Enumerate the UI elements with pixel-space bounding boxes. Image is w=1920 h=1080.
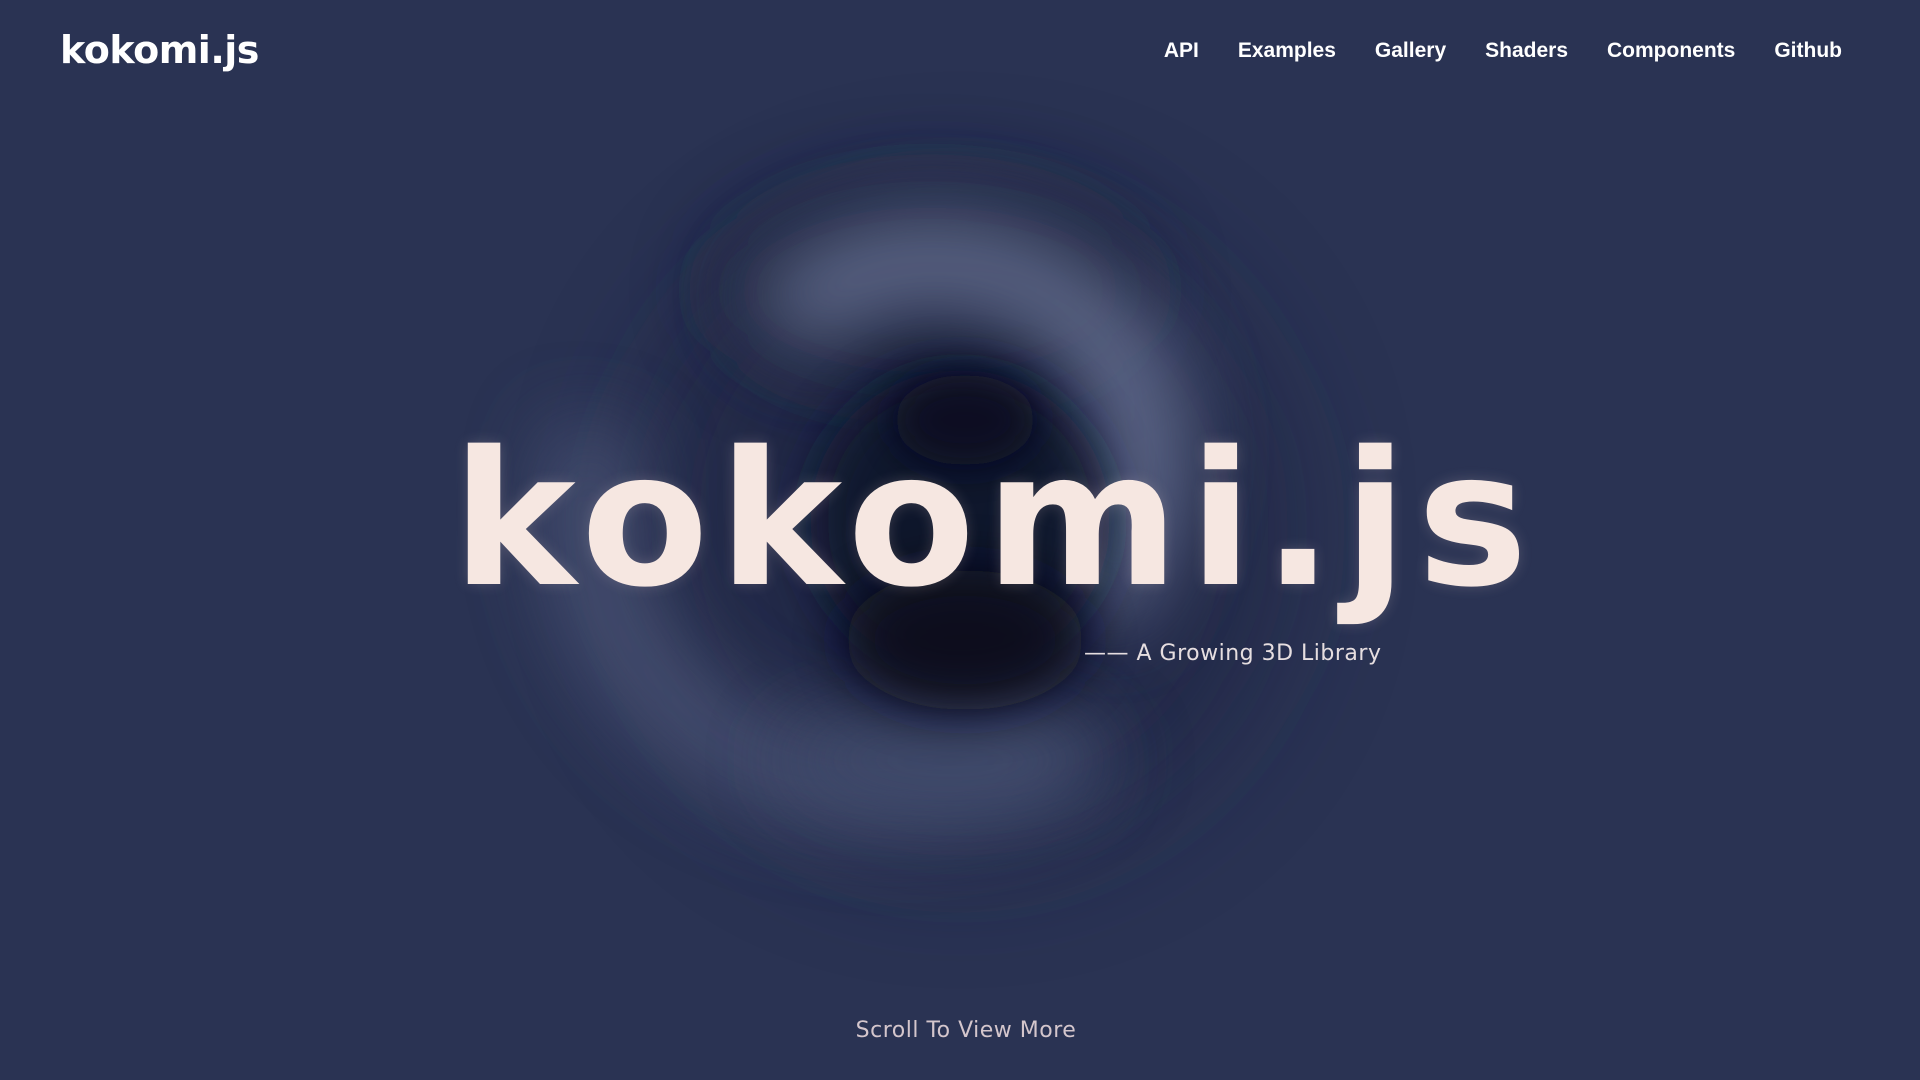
page: kokomi.js API Examples Gallery Shaders C…: [0, 0, 1920, 1080]
main-nav: API Examples Gallery Shaders Components …: [1164, 36, 1842, 66]
hero-title: kokomi.js: [452, 411, 1538, 628]
nav-gallery[interactable]: Gallery: [1375, 36, 1446, 66]
logo[interactable]: kokomi.js: [60, 24, 259, 76]
nav-components[interactable]: Components: [1607, 36, 1735, 66]
top-header: kokomi.js API Examples Gallery Shaders C…: [0, 0, 1920, 104]
nav-github[interactable]: Github: [1774, 36, 1842, 66]
scroll-hint[interactable]: Scroll To View More: [0, 1015, 1920, 1047]
hero-subtitle: —— A Growing 3D Library: [1084, 641, 1382, 666]
nav-shaders[interactable]: Shaders: [1485, 36, 1568, 66]
nav-api[interactable]: API: [1164, 36, 1199, 66]
nav-examples[interactable]: Examples: [1238, 36, 1336, 66]
